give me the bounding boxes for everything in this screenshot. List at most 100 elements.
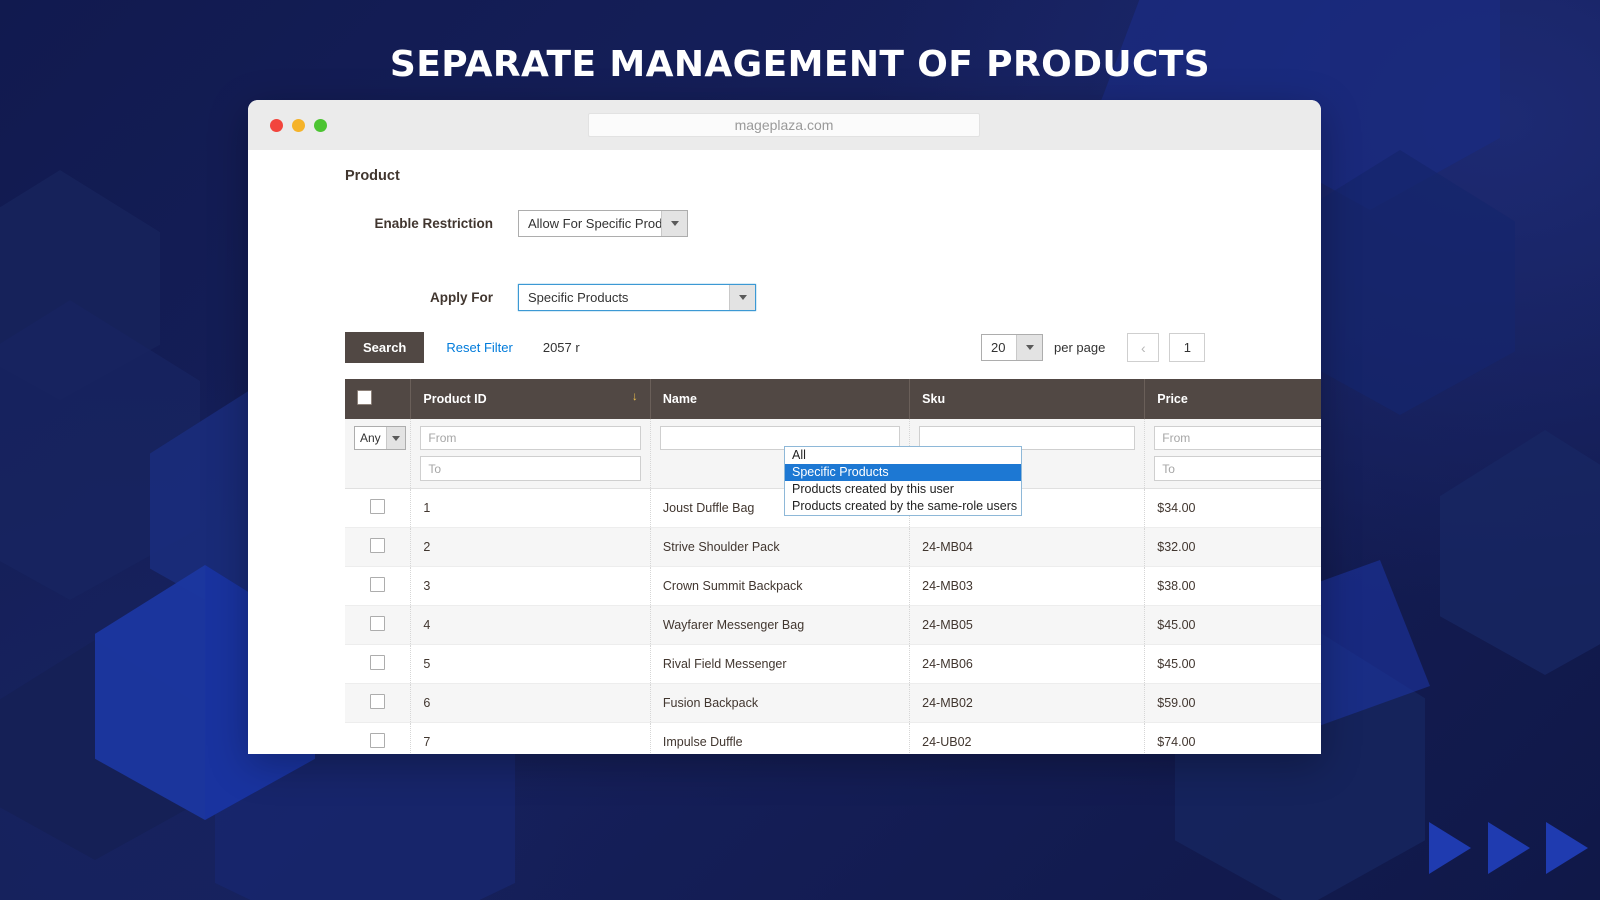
cell-product-price: $59.00 xyxy=(1144,683,1321,723)
filter-cell-product-id: From To xyxy=(410,419,651,489)
selection-scope-select[interactable]: Any xyxy=(354,426,406,450)
row-select-cell[interactable] xyxy=(345,683,412,723)
search-button[interactable]: Search xyxy=(345,332,425,363)
row-checkbox[interactable] xyxy=(370,733,386,748)
decorative-triangle-icon xyxy=(1546,822,1588,874)
grid-header-row: Product ID ↓ Name Sku Price xyxy=(345,379,1321,419)
chevron-down-icon[interactable] xyxy=(385,427,405,449)
enable-restriction-label: Enable Restriction xyxy=(374,216,493,231)
per-page-label: per page xyxy=(1054,340,1106,355)
row-checkbox[interactable] xyxy=(370,694,386,709)
cell-product-price: $34.00 xyxy=(1144,488,1321,528)
column-label: Price xyxy=(1157,392,1188,406)
maximize-window-icon[interactable] xyxy=(314,118,327,132)
filter-cell-select: Any xyxy=(345,419,412,489)
row-checkbox[interactable] xyxy=(370,655,386,670)
apply-for-label: Apply For xyxy=(430,290,493,305)
per-page-value: 20 xyxy=(982,335,1016,360)
table-row[interactable]: 2 Strive Shoulder Pack 24-MB04 $32.00 xyxy=(345,527,1321,567)
grid-body: 1Joust Duffle Bag24-MB01$34.002Strive Sh… xyxy=(345,488,1321,754)
dropdown-option[interactable]: Products created by the same-role users xyxy=(785,498,1021,515)
cell-product-sku: 24-MB03 xyxy=(909,566,1146,606)
apply-for-value: Specific Products xyxy=(519,285,729,310)
reset-filter-link[interactable]: Reset Filter xyxy=(446,340,512,355)
product-id-from-input[interactable]: From xyxy=(420,426,641,450)
dropdown-option[interactable]: All xyxy=(785,447,1021,464)
row-select-cell[interactable] xyxy=(345,527,412,567)
table-row[interactable]: 7 Impulse Duffle 24-UB02 $74.00 xyxy=(345,722,1321,754)
row-select-cell[interactable] xyxy=(345,605,412,645)
page-number-input[interactable]: 1 xyxy=(1169,333,1206,362)
apply-for-row: Apply For Specific Products xyxy=(248,284,1321,311)
cell-product-id: 1 xyxy=(410,488,651,528)
cell-product-price: $45.00 xyxy=(1144,605,1321,645)
cell-product-id: 3 xyxy=(410,566,651,606)
cell-product-price: $38.00 xyxy=(1144,566,1321,606)
cell-product-id: 7 xyxy=(410,722,651,754)
product-id-to-input[interactable]: To xyxy=(420,456,641,481)
window-controls xyxy=(270,118,327,132)
row-checkbox[interactable] xyxy=(370,538,386,553)
cell-product-name: Fusion Backpack xyxy=(650,683,911,723)
column-header-sku[interactable]: Sku xyxy=(909,379,1146,419)
dropdown-option[interactable]: Specific Products xyxy=(785,464,1021,481)
row-select-cell[interactable] xyxy=(345,488,412,528)
row-select-cell[interactable] xyxy=(345,722,412,754)
decorative-triangle-icon xyxy=(1488,822,1530,874)
enable-restriction-row: Enable Restriction Allow For Specific Pr… xyxy=(248,210,1321,237)
select-all-checkbox[interactable] xyxy=(357,390,372,405)
apply-for-dropdown-list[interactable]: All Specific Products Products created by … xyxy=(784,446,1022,516)
cell-product-sku: 24-UB02 xyxy=(909,722,1146,754)
row-checkbox[interactable] xyxy=(370,616,386,631)
cell-product-name: Rival Field Messenger xyxy=(650,644,911,684)
chevron-down-icon[interactable] xyxy=(661,211,687,236)
select-all-header[interactable] xyxy=(345,379,412,419)
browser-window: mageplaza.com Product Enable Restriction… xyxy=(248,100,1321,754)
apply-for-select[interactable]: Specific Products xyxy=(518,284,756,311)
close-window-icon[interactable] xyxy=(270,118,283,132)
row-checkbox[interactable] xyxy=(370,577,386,592)
url-bar[interactable]: mageplaza.com xyxy=(588,113,980,137)
cell-product-id: 6 xyxy=(410,683,651,723)
row-select-cell[interactable] xyxy=(345,566,412,606)
price-to-input[interactable]: To xyxy=(1154,456,1321,481)
url-text: mageplaza.com xyxy=(734,117,834,133)
page-content: Product Enable Restriction Allow For Spe… xyxy=(248,150,1321,754)
table-row[interactable]: 4 Wayfarer Messenger Bag 24-MB05 $45.00 xyxy=(345,605,1321,645)
table-row[interactable]: 5 Rival Field Messenger 24-MB06 $45.00 xyxy=(345,644,1321,684)
column-label: Sku xyxy=(922,392,946,406)
cell-product-sku: 24-MB06 xyxy=(909,644,1146,684)
column-header-product-id[interactable]: Product ID ↓ xyxy=(410,379,651,419)
cell-product-sku: 24-MB04 xyxy=(909,527,1146,567)
cell-product-price: $74.00 xyxy=(1144,722,1321,754)
cell-product-sku: 24-MB05 xyxy=(909,605,1146,645)
records-count: 2057 r xyxy=(542,340,580,355)
browser-titlebar: mageplaza.com xyxy=(248,100,1321,150)
enable-restriction-value: Allow For Specific Products xyxy=(519,211,686,236)
grid-toolbar: Search Reset Filter 2057 r 20 per page ‹… xyxy=(248,332,1321,363)
table-row[interactable]: 6 Fusion Backpack 24-MB02 $59.00 xyxy=(345,683,1321,723)
price-from-input[interactable]: From xyxy=(1154,426,1321,450)
previous-page-button[interactable]: ‹ xyxy=(1127,333,1160,362)
minimize-window-icon[interactable] xyxy=(292,118,305,132)
column-header-name[interactable]: Name xyxy=(650,379,911,419)
column-header-price[interactable]: Price xyxy=(1144,379,1321,419)
enable-restriction-select[interactable]: Allow For Specific Products xyxy=(518,210,688,237)
dropdown-option[interactable]: Products created by this user xyxy=(785,481,1021,498)
per-page-select[interactable]: 20 xyxy=(981,334,1043,361)
chevron-down-icon[interactable] xyxy=(1016,335,1042,360)
cell-product-id: 2 xyxy=(410,527,651,567)
table-row[interactable]: 3 Crown Summit Backpack 24-MB03 $38.00 xyxy=(345,566,1321,606)
cell-product-price: $32.00 xyxy=(1144,527,1321,567)
row-checkbox[interactable] xyxy=(370,499,386,514)
decorative-cube xyxy=(1440,430,1600,675)
chevron-down-icon[interactable] xyxy=(729,285,755,310)
column-label: Name xyxy=(662,392,697,406)
cell-product-price: $45.00 xyxy=(1144,644,1321,684)
row-select-cell[interactable] xyxy=(345,644,412,684)
cell-product-name: Crown Summit Backpack xyxy=(650,566,911,606)
cell-product-name: Strive Shoulder Pack xyxy=(650,527,911,567)
cell-product-sku: 24-MB02 xyxy=(909,683,1146,723)
section-title: Product xyxy=(345,168,400,184)
page-title: SEPARATE MANAGEMENT OF PRODUCTS xyxy=(389,44,1211,85)
